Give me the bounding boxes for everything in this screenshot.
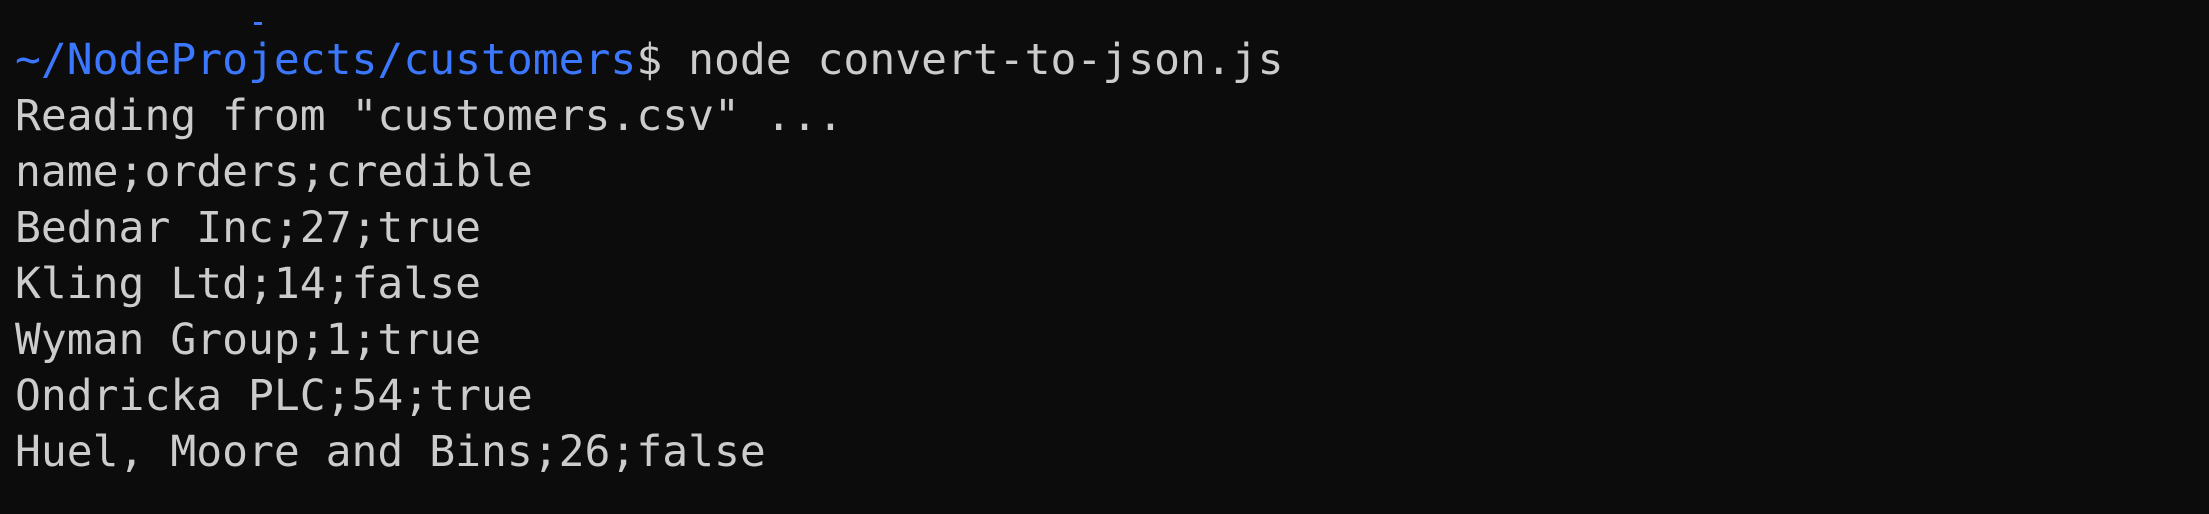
command-text: node convert-to-json.js	[662, 35, 1284, 85]
prompt-path: ~/NodeProjects/customers	[15, 35, 637, 85]
output-line-header: name;orders;credible	[15, 147, 533, 197]
output-line-row: Bednar Inc;27;true	[15, 203, 481, 253]
cursor-artifact	[254, 22, 262, 25]
prompt-symbol: $	[636, 35, 663, 85]
output-line-reading: Reading from "customers.csv" ...	[15, 91, 844, 141]
output-line-row: Huel, Moore and Bins;26;false	[15, 427, 766, 477]
terminal-window[interactable]: ~/NodeProjects/customers$ node convert-t…	[0, 0, 2209, 514]
output-line-row: Ondricka PLC;54;true	[15, 371, 533, 421]
output-line-row: Kling Ltd;14;false	[15, 259, 481, 309]
prompt-line: ~/NodeProjects/customers$ node convert-t…	[15, 32, 2209, 88]
output-line-row: Wyman Group;1;true	[15, 315, 481, 365]
